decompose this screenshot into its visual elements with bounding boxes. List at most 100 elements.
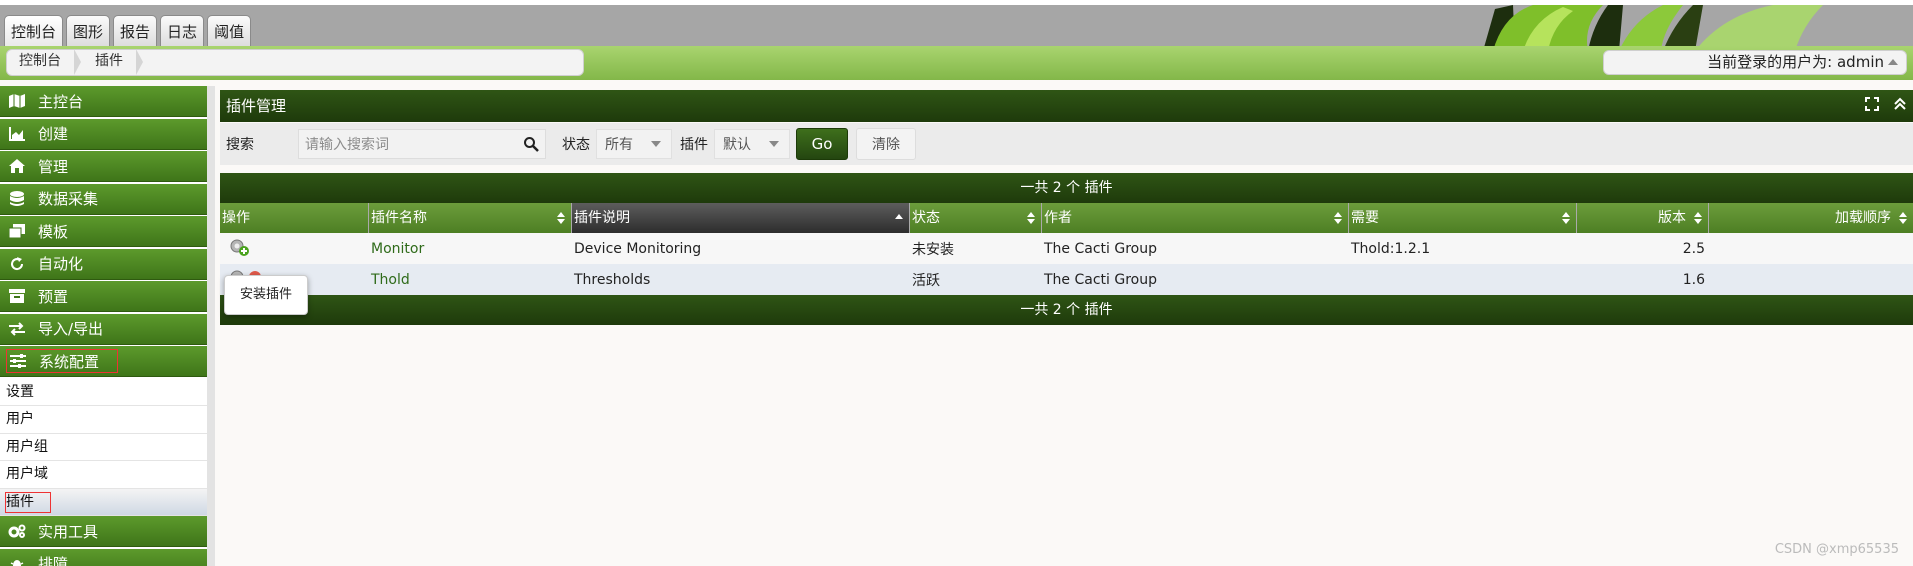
sidebar-item-manage[interactable]: 管理: [0, 151, 207, 182]
plugin-requires: Thold:1.2.1: [1351, 240, 1431, 257]
sidebar-item-label: 数据采集: [38, 190, 99, 208]
collapse-icon[interactable]: [1893, 90, 1907, 122]
cogs-icon: [8, 523, 26, 539]
sidebar-item-templates[interactable]: 模板: [0, 216, 207, 247]
sidebar-item-utilities[interactable]: 实用工具: [0, 516, 207, 547]
main-content: 插件管理 搜索 请输入搜索词 状态 所有 插件 默认 Go 清除 一共 2 个 …: [220, 90, 1913, 325]
sort-asc-icon: [895, 214, 903, 219]
sidebar-subitem-user-domains[interactable]: 用户域: [0, 461, 207, 489]
sidebar-item-import-export[interactable]: 导入/导出: [0, 313, 207, 345]
breadcrumb-console[interactable]: 控制台: [7, 49, 81, 76]
table-row: Monitor Device Monitoring 未安装 The Cacti …: [220, 233, 1913, 264]
breadcrumb-plugins[interactable]: 插件: [75, 49, 143, 76]
col-load-order[interactable]: 加载顺序: [1709, 203, 1913, 233]
sidebar-item-label: 创建: [38, 125, 69, 143]
plugin-author: The Cacti Group: [1044, 271, 1157, 288]
plugin-select[interactable]: 默认: [714, 129, 790, 159]
table-row: Thold Thresholds 活跃 The Cacti Group 1.6: [220, 264, 1913, 295]
sidebar-item-troubleshooting[interactable]: 排障: [0, 548, 207, 566]
sort-icon: [1334, 212, 1342, 224]
tooltip-install-plugin: 安装插件: [224, 275, 308, 315]
sidebar-item-label: 系统配置: [39, 352, 100, 371]
cacti-logo: [1423, 5, 1913, 51]
refresh-icon: [8, 256, 26, 272]
tab-reports[interactable]: 报告: [113, 15, 158, 47]
plugin-name-link[interactable]: Monitor: [369, 241, 572, 257]
sidebar-item-main-console[interactable]: 主控台: [0, 86, 207, 117]
sidebar-subitem-settings[interactable]: 设置: [0, 379, 207, 406]
sidebar-item-system-config[interactable]: 系统配置: [0, 346, 207, 377]
highlight-box: 系统配置: [6, 349, 118, 373]
tab-logs[interactable]: 日志: [160, 15, 205, 47]
archive-icon: [8, 288, 26, 304]
status-label: 状态: [562, 137, 590, 153]
col-actions: 操作: [220, 203, 369, 233]
user-menu[interactable]: 当前登录的用户为: admin: [1603, 50, 1907, 75]
sidebar-subitem-user-groups[interactable]: 用户组: [0, 434, 207, 461]
status-select-value: 所有: [605, 137, 633, 153]
chevron-down-icon: [651, 141, 661, 147]
sidebar-item-data-collection[interactable]: 数据采集: [0, 183, 207, 215]
plugin-count-top: 一共 2 个 插件: [220, 173, 1913, 203]
col-version[interactable]: 版本: [1577, 203, 1709, 233]
sidebar-item-automation[interactable]: 自动化: [0, 248, 207, 280]
sidebar-item-label: 自动化: [38, 255, 84, 273]
plugin-author: The Cacti Group: [1044, 240, 1157, 257]
breadcrumb-bar: 控制台 插件 当前登录的用户为: admin: [0, 46, 1913, 80]
col-status[interactable]: 状态: [910, 203, 1042, 233]
watermark: CSDN @xmp65535: [1774, 542, 1899, 557]
install-plugin-icon[interactable]: [228, 239, 250, 261]
bug-icon: [8, 556, 26, 566]
sidebar-item-label: 预置: [38, 287, 69, 306]
status-select[interactable]: 所有: [596, 129, 672, 159]
area-chart-icon: [8, 126, 26, 142]
search-icon[interactable]: [523, 136, 539, 156]
sort-icon: [1562, 212, 1570, 224]
tab-graphs[interactable]: 图形: [66, 15, 111, 47]
search-input[interactable]: 请输入搜索词: [298, 129, 546, 159]
plugin-version: 2.5: [1682, 240, 1705, 257]
sidebar-item-label: 模板: [38, 222, 69, 241]
panel-title: 插件管理: [226, 97, 287, 115]
sidebar-divider: [207, 86, 215, 566]
search-label: 搜索: [226, 137, 254, 153]
sidebar-item-create[interactable]: 创建: [0, 118, 207, 150]
plugin-status: 活跃: [912, 272, 940, 289]
sidebar-item-label: 导入/导出: [38, 320, 104, 338]
col-plugin-desc[interactable]: 插件说明: [572, 203, 910, 233]
clear-button[interactable]: 清除: [856, 128, 916, 160]
sliders-icon: [9, 353, 27, 369]
sidebar-item-label: 主控台: [38, 92, 84, 111]
sidebar-subitem-plugins[interactable]: 插件: [0, 488, 207, 516]
sort-icon: [1694, 212, 1702, 224]
clone-icon: [8, 223, 26, 239]
panel-header: 插件管理: [220, 90, 1913, 122]
table-header: 操作 插件名称 插件说明 状态 作者 需要 版本 加载顺序: [220, 203, 1913, 233]
sidebar-item-presets[interactable]: 预置: [0, 281, 207, 312]
database-icon: [8, 190, 26, 207]
breadcrumb: 控制台 插件: [6, 49, 584, 76]
tab-console[interactable]: 控制台: [4, 15, 64, 47]
sort-icon: [557, 212, 565, 224]
plugin-count-bottom: 一共 2 个 插件: [220, 295, 1913, 325]
plugin-select-value: 默认: [723, 137, 751, 153]
plugin-name-link[interactable]: Thold: [369, 272, 572, 288]
plugin-version: 1.6: [1682, 271, 1705, 288]
col-plugin-name[interactable]: 插件名称: [369, 203, 572, 233]
map-icon: [8, 93, 26, 109]
go-button[interactable]: Go: [796, 128, 848, 160]
sidebar-item-label: 排障: [38, 555, 69, 566]
col-author[interactable]: 作者: [1042, 203, 1349, 233]
logged-in-user-label: 当前登录的用户为: admin: [1707, 53, 1884, 71]
plugin-desc: Thresholds: [574, 271, 651, 288]
fullscreen-icon[interactable]: [1865, 90, 1879, 122]
home-icon: [8, 158, 26, 174]
sidebar: 主控台 创建 管理 数据采集 模板 自动化 预置 导入/导出 系统配置 设置 用…: [0, 86, 207, 566]
tab-thresholds[interactable]: 阈值: [207, 15, 252, 47]
filter-bar: 搜索 请输入搜索词 状态 所有 插件 默认 Go 清除: [220, 123, 1913, 165]
col-requires[interactable]: 需要: [1349, 203, 1577, 233]
sort-icon: [1027, 212, 1035, 224]
sidebar-item-label: 管理: [38, 157, 69, 176]
search-placeholder: 请输入搜索词: [305, 137, 389, 153]
sidebar-subitem-users[interactable]: 用户: [0, 406, 207, 434]
